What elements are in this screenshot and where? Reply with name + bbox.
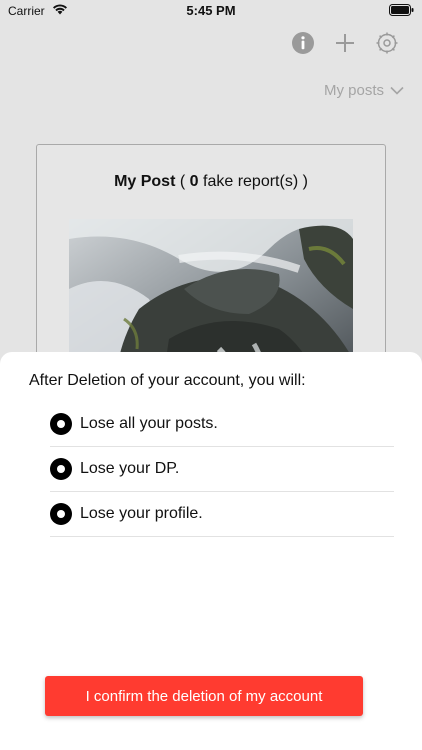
post-title-name: My Post — [114, 173, 176, 190]
fake-report-label: fake report(s) — [203, 173, 299, 190]
battery-icon — [389, 4, 414, 16]
post-title-open-paren: ( — [179, 173, 186, 190]
deletion-bottom-sheet: After Deletion of your account, you will… — [0, 352, 422, 750]
list-item: Lose your DP. — [50, 447, 394, 492]
consequence-label: Lose your DP. — [80, 460, 180, 477]
posts-filter-label: My posts — [323, 82, 384, 99]
add-icon[interactable] — [333, 31, 357, 55]
radio-icon — [50, 413, 72, 435]
posts-filter-dropdown[interactable]: My posts — [324, 82, 404, 99]
chevron-down-icon — [390, 86, 404, 95]
info-icon[interactable] — [291, 31, 315, 55]
post-title-close-paren: ) — [302, 173, 308, 190]
post-title: My Post ( 0 fake report(s) ) — [37, 173, 385, 191]
list-item: Lose your profile. — [50, 492, 394, 537]
status-bar: Carrier 5:45 PM — [0, 0, 422, 22]
radio-icon — [50, 503, 72, 525]
consequence-label: Lose your profile. — [80, 505, 203, 522]
settings-icon[interactable] — [375, 31, 399, 55]
list-item: Lose all your posts. — [50, 402, 394, 447]
confirm-deletion-button[interactable]: I confirm the deletion of my account — [45, 676, 363, 716]
fake-report-count: 0 — [189, 173, 199, 190]
consequence-list: Lose all your posts. Lose your DP. Lose … — [50, 402, 394, 537]
sheet-heading: After Deletion of your account, you will… — [29, 372, 306, 389]
consequence-label: Lose all your posts. — [80, 415, 218, 432]
status-time: 5:45 PM — [186, 3, 236, 18]
radio-icon — [50, 458, 72, 480]
